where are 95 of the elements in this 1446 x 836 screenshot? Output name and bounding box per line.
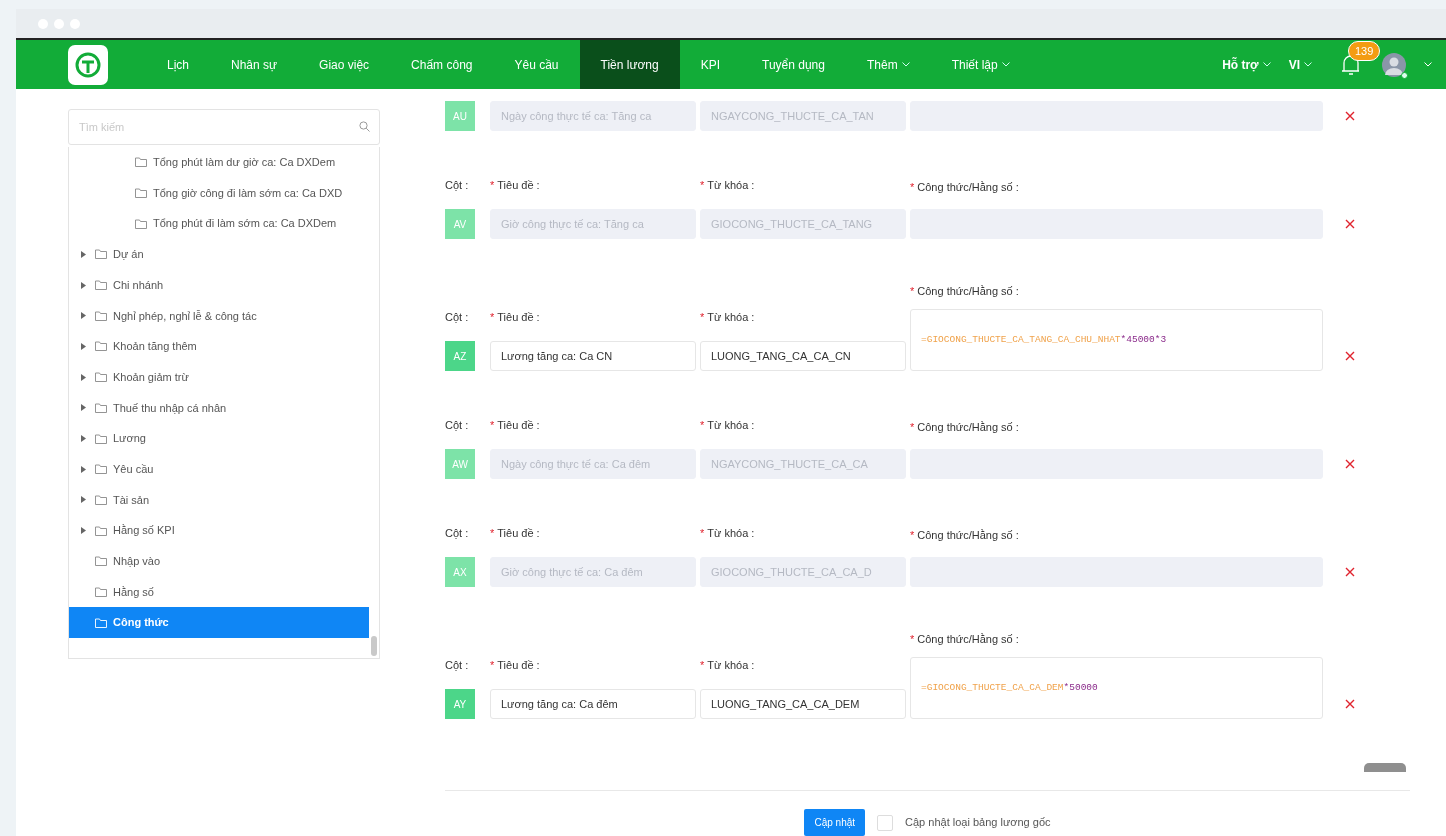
column-code: AY: [445, 689, 475, 719]
tree-item[interactable]: Khoản giảm trừ: [69, 361, 369, 393]
folder-icon: [135, 157, 147, 168]
tree-item[interactable]: Yêu cầu: [69, 453, 369, 485]
tree-item[interactable]: Công thức: [69, 607, 369, 638]
expand-arrow-icon[interactable]: [81, 404, 86, 412]
app-logo[interactable]: [68, 44, 108, 85]
folder-icon: [95, 464, 107, 475]
tree-item[interactable]: Khoản tăng thêm: [69, 331, 369, 362]
tree-item[interactable]: Dự án: [69, 239, 369, 270]
folder-icon: [95, 556, 107, 567]
folder-icon: [135, 188, 147, 199]
folder-icon: [95, 586, 107, 597]
field-label: * Từ khóa :: [700, 309, 756, 325]
expand-arrow-icon[interactable]: [81, 342, 86, 350]
caret-icon: [1262, 62, 1271, 68]
tree-item[interactable]: Lương: [69, 423, 369, 454]
expand-arrow-icon[interactable]: [81, 312, 86, 320]
notification-badge: 139: [1348, 40, 1381, 62]
input-field[interactable]: LUONG_TANG_CA_CA_CN: [700, 341, 906, 371]
expand-arrow-icon[interactable]: [81, 465, 86, 473]
field-label: * Từ khóa :: [700, 177, 756, 193]
field-label: * Tiêu đề :: [490, 525, 541, 541]
expand-arrow-icon[interactable]: [81, 250, 86, 258]
field-label: * Công thức/Hằng số :: [910, 180, 1020, 195]
caret-icon: [1304, 62, 1312, 68]
input-field[interactable]: Lương tăng ca: Ca CN: [490, 341, 696, 371]
folder-icon: [95, 249, 107, 260]
column-label: Cột :: [445, 657, 470, 673]
tree-item[interactable]: Tổng giờ công đi làm sớm ca: Ca DXD: [153, 184, 343, 202]
input-field[interactable]: LUONG_TANG_CA_CA_DEM: [700, 689, 906, 719]
column-label: Cột :: [445, 525, 470, 541]
close-icon[interactable]: [1345, 351, 1355, 361]
column-code: AW: [445, 449, 475, 479]
field-label: * Tiêu đề :: [490, 417, 541, 433]
field-label: * Tiêu đề :: [490, 309, 541, 325]
tree-item[interactable]: Hằng số KPI: [69, 515, 369, 546]
folder-icon: [95, 617, 107, 628]
tree-item[interactable]: Tài sản: [69, 484, 369, 516]
folder-icon: [95, 494, 107, 505]
folder-icon: [95, 402, 107, 413]
close-icon[interactable]: [1345, 219, 1355, 229]
tree-item[interactable]: Hằng số: [69, 576, 369, 608]
column-code: AZ: [445, 341, 475, 371]
checkbox[interactable]: [877, 814, 894, 831]
search-icon[interactable]: [359, 121, 370, 132]
submit-button[interactable]: Cập nhật: [804, 809, 866, 836]
nav-tab[interactable]: Tiền lương: [579, 40, 680, 89]
tree-item[interactable]: Nghỉ phép, nghỉ lễ & công tác: [69, 300, 369, 332]
field-label: * Công thức/Hằng số :: [910, 632, 1020, 647]
formula-field[interactable]: =GIOCONG_THUCTE_CA_CA_DEM*50000: [910, 657, 1323, 719]
tree-item[interactable]: Thuế thu nhập cá nhân: [69, 392, 369, 424]
close-icon[interactable]: [1345, 459, 1355, 469]
field-label: * Công thức/Hằng số :: [910, 420, 1020, 435]
caret-icon: [1424, 62, 1432, 68]
tree-item[interactable]: Chi nhánh: [69, 269, 369, 301]
checkbox-label: Cập nhật loại bảng lương gốc: [905, 815, 1051, 831]
field-label: * Từ khóa :: [700, 657, 756, 673]
scrollbar-thumb[interactable]: [371, 636, 377, 656]
field-label: * Công thức/Hằng số :: [910, 284, 1020, 299]
expand-arrow-icon[interactable]: [81, 496, 86, 504]
expand-arrow-icon[interactable]: [81, 281, 86, 289]
tree-item[interactable]: Tổng phút đi làm sớm ca: Ca DXDem: [153, 215, 337, 232]
caret-icon: [901, 62, 910, 68]
caret-icon: [1001, 62, 1010, 68]
field-label: * Tiêu đề :: [490, 177, 541, 193]
field-label: * Từ khóa :: [700, 417, 756, 433]
input-field[interactable]: Lương tăng ca: Ca đêm: [490, 689, 696, 719]
close-icon[interactable]: [1345, 699, 1355, 709]
field-label: * Tiêu đề :: [490, 657, 541, 673]
column-label: Cột :: [445, 177, 470, 193]
folder-icon: [95, 372, 107, 383]
expand-arrow-icon[interactable]: [81, 435, 86, 443]
tree-item[interactable]: Nhập vào: [69, 545, 369, 577]
close-icon[interactable]: [1345, 567, 1355, 577]
field-label: * Công thức/Hằng số :: [910, 528, 1020, 543]
column-label: Cột :: [445, 309, 470, 325]
folder-icon: [95, 280, 107, 291]
column-label: Cột :: [445, 417, 470, 433]
expand-arrow-icon[interactable]: [81, 373, 86, 381]
folder-icon: [95, 341, 107, 352]
field-label: * Từ khóa :: [700, 525, 756, 541]
close-icon[interactable]: [1345, 111, 1355, 121]
tree-item[interactable]: Tổng phút làm dư giờ ca: Ca DXDem: [153, 154, 336, 171]
scroll-handle[interactable]: [1364, 763, 1406, 772]
formula-field[interactable]: =GIOCONG_THUCTE_CA_TANG_CA_CHU_NHAT*45000*3: [910, 309, 1323, 371]
column-code: AX: [445, 557, 475, 587]
column-code: AU: [445, 101, 475, 131]
folder-icon: [95, 310, 107, 321]
folder-icon: [95, 525, 107, 536]
column-code: AV: [445, 209, 475, 239]
folder-icon: [135, 218, 147, 229]
status-dot: [1401, 71, 1408, 79]
expand-arrow-icon[interactable]: [81, 527, 86, 535]
folder-icon: [95, 433, 107, 444]
